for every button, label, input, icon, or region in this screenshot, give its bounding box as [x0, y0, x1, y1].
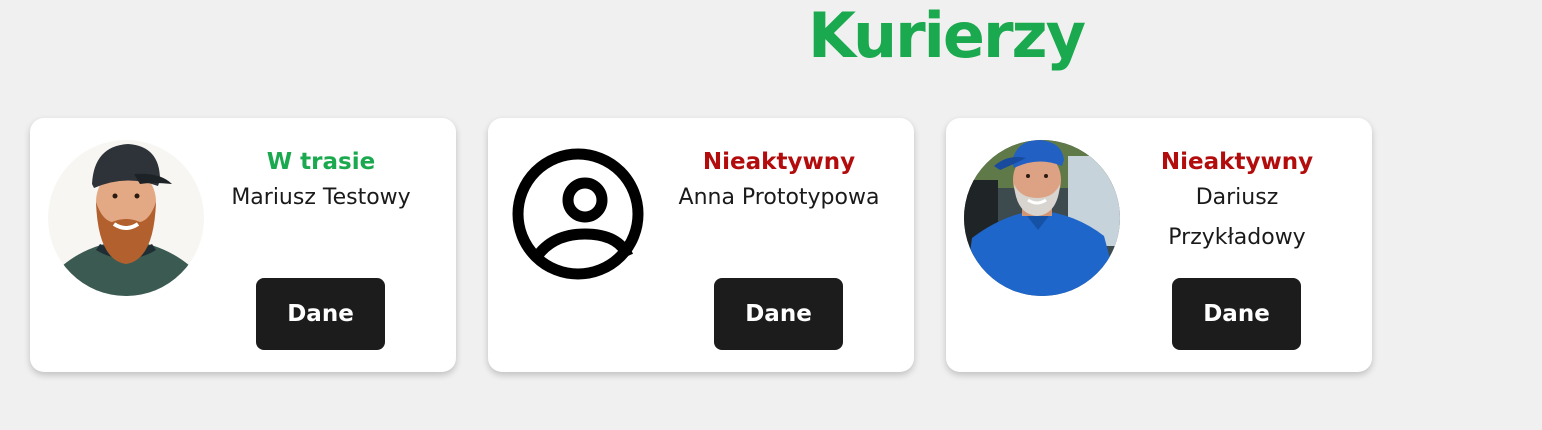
courier-status: Nieaktywny	[1160, 149, 1314, 175]
courier-card: Nieaktywny Anna Prototypowa Dane	[488, 118, 914, 372]
courier-name: Anna Prototypowa	[678, 185, 880, 210]
page-title: Kurierzy	[808, 0, 1086, 72]
courier-details-button[interactable]: Dane	[1172, 278, 1301, 350]
courier-card: Nieaktywny Dariusz Przykładowy Dane	[946, 118, 1372, 372]
courier-card: W trasie Mariusz Testowy Dane	[30, 118, 456, 372]
courier-status: Nieaktywny	[702, 149, 856, 175]
courier-name: Mariusz Testowy	[231, 185, 411, 210]
courier-details-button[interactable]: Dane	[714, 278, 843, 350]
user-circle-icon	[512, 148, 644, 280]
courier-status: W trasie	[266, 149, 376, 175]
courier-name: Dariusz Przykładowy	[1168, 185, 1306, 250]
courier-photo	[964, 140, 1120, 296]
courier-avatar	[964, 140, 1120, 296]
courier-avatar	[508, 144, 648, 284]
courier-details-button[interactable]: Dane	[256, 278, 385, 350]
courier-avatar	[48, 140, 204, 296]
courier-photo	[48, 140, 204, 296]
